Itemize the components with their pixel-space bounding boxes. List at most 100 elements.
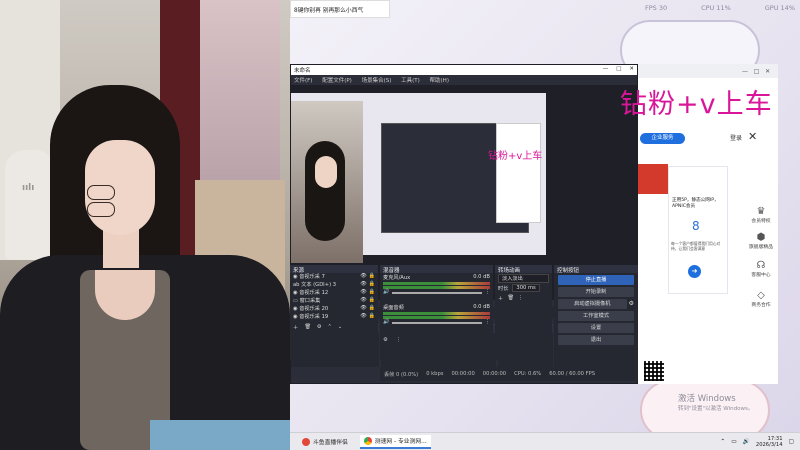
close-icon[interactable]: ✕ (748, 130, 757, 143)
chevron-up-icon[interactable]: ⌃ (720, 439, 725, 445)
add-source-icon[interactable]: ＋ (293, 324, 298, 332)
activate-title: 激活 Windows (678, 394, 736, 404)
minimize-icon[interactable]: — (742, 68, 748, 75)
source-properties-icon[interactable]: ⚙ (317, 324, 322, 332)
volume-icon[interactable]: 🔊 (743, 439, 750, 445)
start-virtual-camera-button[interactable]: 启动虚拟摄像机 (558, 299, 627, 309)
poster (200, 0, 280, 190)
eye-icon[interactable]: 👁 (360, 289, 367, 295)
remove-source-icon[interactable]: 🗑 (304, 324, 311, 332)
menu-tools[interactable]: 工具(T) (401, 78, 420, 84)
gear-icon[interactable]: ⚙ (383, 337, 388, 345)
sources-toolbar: ＋ 🗑 ⚙ ⌃ ⌄ (290, 324, 378, 332)
notification-popup[interactable]: 8键你别再 别再那么小西气 (290, 0, 390, 18)
duration-input[interactable]: 300 ms (512, 284, 540, 292)
eye-icon[interactable]: 👁 (360, 273, 367, 279)
close-icon[interactable]: ✕ (765, 68, 770, 75)
source-label: 音视乐采 7 (299, 274, 325, 280)
lock-icon[interactable]: 🔒 (369, 289, 375, 295)
transition-type-select[interactable]: 淡入淡出 (498, 273, 549, 283)
minimize-icon[interactable]: — (603, 66, 609, 74)
ad-subtitle: 每一个客户都值得我们用心对待，让我们会客满意 (671, 241, 721, 251)
source-label: 音视乐采 19 (299, 314, 329, 320)
taskbar-item-speedtest[interactable]: 测速网 - 专业测网... (359, 434, 431, 449)
notification-icon[interactable]: ▢ (789, 439, 794, 445)
preview-canvas: 钻粉+v上车 (291, 93, 546, 263)
clock[interactable]: 17:31 2026/3/14 (756, 436, 783, 448)
side-item-flagship[interactable]: ⬢ 旗舰版精品 (746, 232, 776, 250)
lock-icon[interactable]: 🔒 (369, 305, 375, 311)
eye-icon[interactable]: 👁 (360, 281, 367, 287)
remove-icon[interactable]: 🗑 (507, 295, 514, 301)
menu-help[interactable]: 帮助(H) (430, 78, 449, 84)
obs-menu-bar: 文件(F) 配置文件(P) 场景集合(S) 工具(T) 帮助(H) (291, 75, 637, 85)
source-item[interactable]: ◉ 音视乐采 20 👁 🔒 (290, 305, 378, 313)
side-item-vip[interactable]: ♛ 会员特权 (746, 206, 776, 224)
source-item[interactable]: ◉ 音视乐采 19 👁 🔒 (290, 313, 378, 321)
menu-file[interactable]: 文件(F) (294, 78, 312, 84)
side-label: 商务合作 (751, 303, 771, 308)
record-time: 00:00:00 (482, 371, 507, 377)
start-recording-button[interactable]: 开始录制 (558, 287, 634, 297)
side-item-business[interactable]: ◇ 商务合作 (746, 290, 776, 308)
stop-streaming-button[interactable]: 停止直播 (558, 275, 634, 285)
login-link[interactable]: 登录 (730, 133, 742, 142)
controls-panel: 控制按钮 停止直播 开始录制 启动虚拟摄像机 ⚙ 工作室模式 设置 退出 (554, 265, 638, 367)
fps-status: 60.00 / 60.00 FPS (549, 371, 596, 377)
menu-scene-collection[interactable]: 场景集合(S) (362, 78, 392, 84)
move-up-icon[interactable]: ⌃ (327, 324, 331, 332)
volume-slider[interactable] (392, 322, 482, 324)
studio-mode-button[interactable]: 工作室模式 (558, 311, 634, 321)
source-item[interactable]: ◉ 音视乐采 7 👁 🔒 (290, 273, 378, 281)
dropped-frames: 丢帧 0 (0.0%) (384, 371, 419, 378)
clock-date: 2026/3/14 (755, 441, 783, 448)
gpu-value: 14% (780, 4, 795, 12)
more-icon[interactable]: ⋮ (518, 295, 523, 301)
lock-icon[interactable]: 🔒 (369, 297, 375, 303)
preview-webcam (291, 101, 363, 263)
transition-duration-row: 时长 300 ms (495, 283, 552, 293)
arrow-right-icon[interactable]: ➜ (688, 265, 701, 278)
transition-toolbar: ＋ 🗑 ⋮ (495, 293, 552, 303)
lock-icon[interactable]: 🔒 (369, 281, 375, 287)
network-icon[interactable]: ▭ (731, 439, 736, 445)
maximize-icon[interactable]: □ (616, 66, 621, 74)
system-tray: ⌃ ▭ 🔊 17:31 2026/3/14 ▢ (720, 436, 800, 448)
chair-logo: ıılı (22, 183, 35, 193)
more-icon[interactable]: ⋮ (396, 337, 401, 345)
maximize-icon[interactable]: □ (754, 68, 760, 75)
eye-icon[interactable]: 👁 (360, 313, 367, 319)
more-icon[interactable]: ⋮ (485, 289, 490, 295)
sources-list: 来源 ◉ 音视乐采 7 👁 🔒 ab 文本 (GDI+) 3 👁 🔒 ◉ 音视乐采 … (290, 265, 378, 360)
bitrate: 0 kbps (426, 371, 444, 377)
taskbar-label: 测速网 - 专业测网... (374, 439, 427, 445)
obs-title-bar[interactable]: 未命名 — □ ✕ (291, 65, 637, 75)
lock-icon[interactable]: 🔒 (369, 273, 375, 279)
ad-title: 正用5P，静态公网IP，APNIC会员 (672, 198, 719, 209)
gear-icon[interactable]: ⚙ (629, 300, 634, 307)
enterprise-service-button[interactable]: 企业服务 (640, 133, 685, 144)
source-item[interactable]: ab 文本 (GDI+) 3 👁 🔒 (290, 281, 378, 289)
source-item[interactable]: ▭ 窗口采集 👁 🔒 (290, 297, 378, 305)
volume-slider[interactable] (392, 292, 482, 294)
menu-profile[interactable]: 配置文件(P) (322, 78, 352, 84)
mixer-channel: 麦克风/Aux 0.0 dB 🔊 ⋮ (380, 273, 493, 295)
eye-icon[interactable]: 👁 (360, 305, 367, 311)
move-down-icon[interactable]: ⌄ (338, 324, 342, 332)
more-icon[interactable]: ⋮ (485, 319, 490, 325)
stream-time: 00:00:00 (451, 371, 475, 377)
channel-name: 麦克风/Aux (383, 275, 411, 281)
close-icon[interactable]: ✕ (629, 66, 634, 74)
taskbar-item-douyu[interactable]: 斗鱼直播伴侣 (298, 435, 352, 449)
add-icon[interactable]: ＋ (498, 295, 503, 302)
speaker-icon[interactable]: 🔊 (383, 319, 389, 325)
eye-icon[interactable]: 👁 (360, 297, 367, 303)
speaker-icon[interactable]: 🔊 (383, 289, 389, 295)
source-item[interactable]: ◉ 音视乐采 12 👁 🔒 (290, 289, 378, 297)
webcam-feed: ıılı (0, 0, 290, 450)
side-item-support[interactable]: ☊ 客服中心 (746, 260, 776, 278)
lock-icon[interactable]: 🔒 (369, 313, 375, 319)
exit-button[interactable]: 退出 (558, 335, 634, 345)
volume-meter (383, 312, 490, 315)
settings-button[interactable]: 设置 (558, 323, 634, 333)
